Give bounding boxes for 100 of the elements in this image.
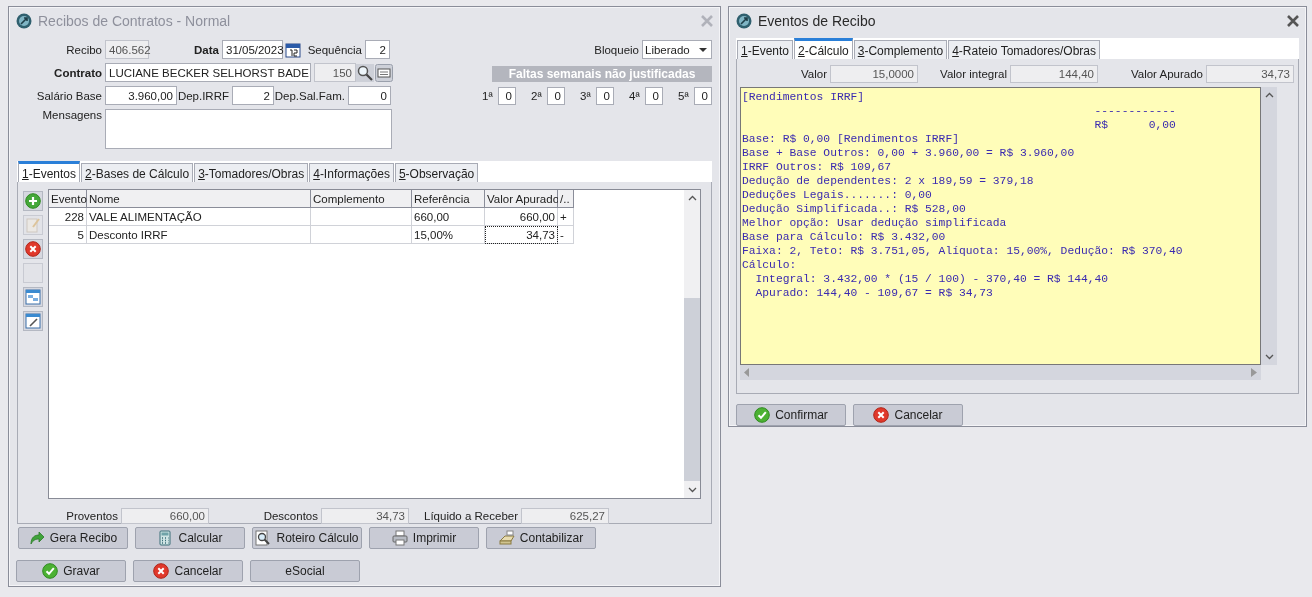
scrollbar-thumb[interactable] <box>684 298 700 481</box>
messages-field[interactable] <box>105 109 392 149</box>
scroll-up-icon[interactable] <box>687 195 697 201</box>
tab[interactable]: 3-Tomadores/Obras <box>194 163 309 182</box>
add-icon <box>25 193 41 209</box>
total-field[interactable]: 34,73 <box>321 508 409 524</box>
value-label: Valor Apurado <box>1129 68 1204 80</box>
table-cell: 15,00% <box>412 226 485 244</box>
sequence-field[interactable]: 2 <box>365 40 390 59</box>
tab[interactable]: 3-Complemento <box>853 40 948 59</box>
table-cell: + <box>558 208 574 226</box>
tab[interactable]: 4-Rateio Tomadores/Obras <box>948 40 1100 59</box>
action-button[interactable]: Gera Recibo <box>18 527 128 549</box>
field-label: Sequência <box>306 43 363 56</box>
memo-line: IRRF Outros: R$ 109,67 <box>742 160 893 174</box>
total-label: Descontos <box>262 510 319 522</box>
memo-line: ------------ <box>1093 104 1177 118</box>
week-label: 3ª <box>580 90 592 102</box>
total-field[interactable]: 660,00 <box>121 508 209 524</box>
memo-line: Base + Base Outros: 0,00 + 3.960,00 = R$ 3.960,00 <box>742 146 1076 160</box>
table-cell: VALE ALIMENTAÇÃO <box>87 208 311 226</box>
close-icon[interactable] <box>1286 14 1300 28</box>
scroll-up-icon[interactable] <box>1264 92 1274 98</box>
action-button[interactable]: Cancelar <box>853 404 963 426</box>
card-icon[interactable] <box>375 63 393 82</box>
memo-line: Apurado: 144,40 - 109,67 = R$ 34,73 <box>754 286 994 300</box>
total-label: Proventos <box>65 510 119 522</box>
toolbar-button[interactable] <box>23 191 43 211</box>
value-label: Valor <box>800 68 828 80</box>
column-header[interactable]: Referência <box>412 190 485 208</box>
edit-note-icon <box>25 217 41 233</box>
week-label: 1ª <box>482 90 494 102</box>
week-label: 5ª <box>678 90 690 102</box>
week-field[interactable]: 0 <box>498 87 516 105</box>
toolbar-button[interactable] <box>23 287 43 307</box>
magnifier-page-icon <box>255 530 272 546</box>
check-icon <box>754 407 771 423</box>
week-field[interactable]: 0 <box>547 87 565 105</box>
action-button[interactable]: Roteiro Cálculo <box>252 527 362 549</box>
app-logo-icon <box>16 13 32 29</box>
cash-register-icon <box>498 530 515 546</box>
calendar-icon[interactable] <box>285 41 301 58</box>
tab[interactable]: 2-Cálculo <box>794 38 853 59</box>
recibo-field[interactable]: 406.562 <box>105 40 149 59</box>
cancel-icon <box>873 407 890 423</box>
scroll-down-icon[interactable] <box>1264 354 1274 360</box>
toolbar-button[interactable] <box>23 311 43 331</box>
memo-line: Cálculo: <box>742 258 798 272</box>
column-header[interactable]: Complemento <box>311 190 412 208</box>
scroll-down-icon[interactable] <box>687 487 697 493</box>
tab[interactable]: 5-Observação <box>394 163 479 182</box>
table-cell: 660,00 <box>485 208 558 226</box>
memo-line: Dedução Simplificada..: R$ 528,00 <box>742 202 967 216</box>
value-field[interactable]: 15,0000 <box>830 65 918 83</box>
memo-line: [Rendimentos IRRF] <box>742 90 866 104</box>
printer-icon <box>391 530 408 546</box>
column-header[interactable]: /.. <box>558 190 574 208</box>
field-label: Bloqueio <box>593 43 640 56</box>
table-cell: Desconto IRRF <box>87 226 311 244</box>
date-field[interactable]: 31/05/2023 <box>222 40 283 59</box>
action-button[interactable]: Contabilizar <box>486 527 596 549</box>
action-button[interactable]: Calcular <box>135 527 245 549</box>
week-field[interactable]: 0 <box>596 87 614 105</box>
value-field[interactable]: 34,73 <box>1206 65 1294 83</box>
caret-icon <box>699 46 707 53</box>
column-header[interactable]: Nome <box>87 190 311 208</box>
status-dropdown[interactable]: Liberado <box>642 40 712 59</box>
week-label: 4ª <box>629 90 641 102</box>
tab[interactable]: 1-Evento <box>737 40 794 59</box>
action-button[interactable]: Cancelar <box>133 560 243 582</box>
contract-code-field[interactable]: 150 <box>314 63 356 82</box>
action-button[interactable]: Imprimir <box>369 527 479 549</box>
value-label: Valor integral <box>939 68 1008 80</box>
action-button[interactable]: Gravar <box>16 560 126 582</box>
week-field[interactable]: 0 <box>694 87 712 105</box>
field-label: Salário Base <box>35 89 103 102</box>
contract-field[interactable]: LUCIANE BECKER SELHORST BADE <box>105 63 311 82</box>
action-button[interactable]: eSocial <box>250 560 360 582</box>
field-label: Data <box>193 43 220 56</box>
column-header[interactable]: Valor Apurado <box>485 190 558 208</box>
calculation-memo[interactable] <box>740 87 1261 365</box>
field-label: Recibo <box>65 43 103 56</box>
field-label: Dep.Sal.Fam. <box>274 89 346 102</box>
value-field[interactable]: 144,40 <box>1010 65 1098 83</box>
total-field[interactable]: 625,27 <box>521 508 609 524</box>
field-label: Dep.IRRF <box>177 89 230 102</box>
toolbar-button[interactable] <box>23 239 43 259</box>
tab[interactable]: 4-Informações <box>309 163 394 182</box>
memo-line: Deduções Legais.......: 0,00 <box>742 188 933 202</box>
dep-sal-fam-field[interactable]: 0 <box>348 86 391 105</box>
action-button[interactable]: Confirmar <box>736 404 846 426</box>
column-header[interactable]: Evento <box>49 190 87 208</box>
salary-field[interactable]: 3.960,00 <box>105 86 177 105</box>
tab[interactable]: 1-Eventos <box>18 161 81 182</box>
search-icon[interactable] <box>356 63 374 82</box>
tab[interactable]: 2-Bases de Cálculo <box>81 163 194 182</box>
memo-line: R$ 0,00 <box>1093 118 1177 132</box>
delete-icon <box>25 241 41 257</box>
dep-irrf-field[interactable]: 2 <box>232 86 274 105</box>
week-field[interactable]: 0 <box>645 87 663 105</box>
